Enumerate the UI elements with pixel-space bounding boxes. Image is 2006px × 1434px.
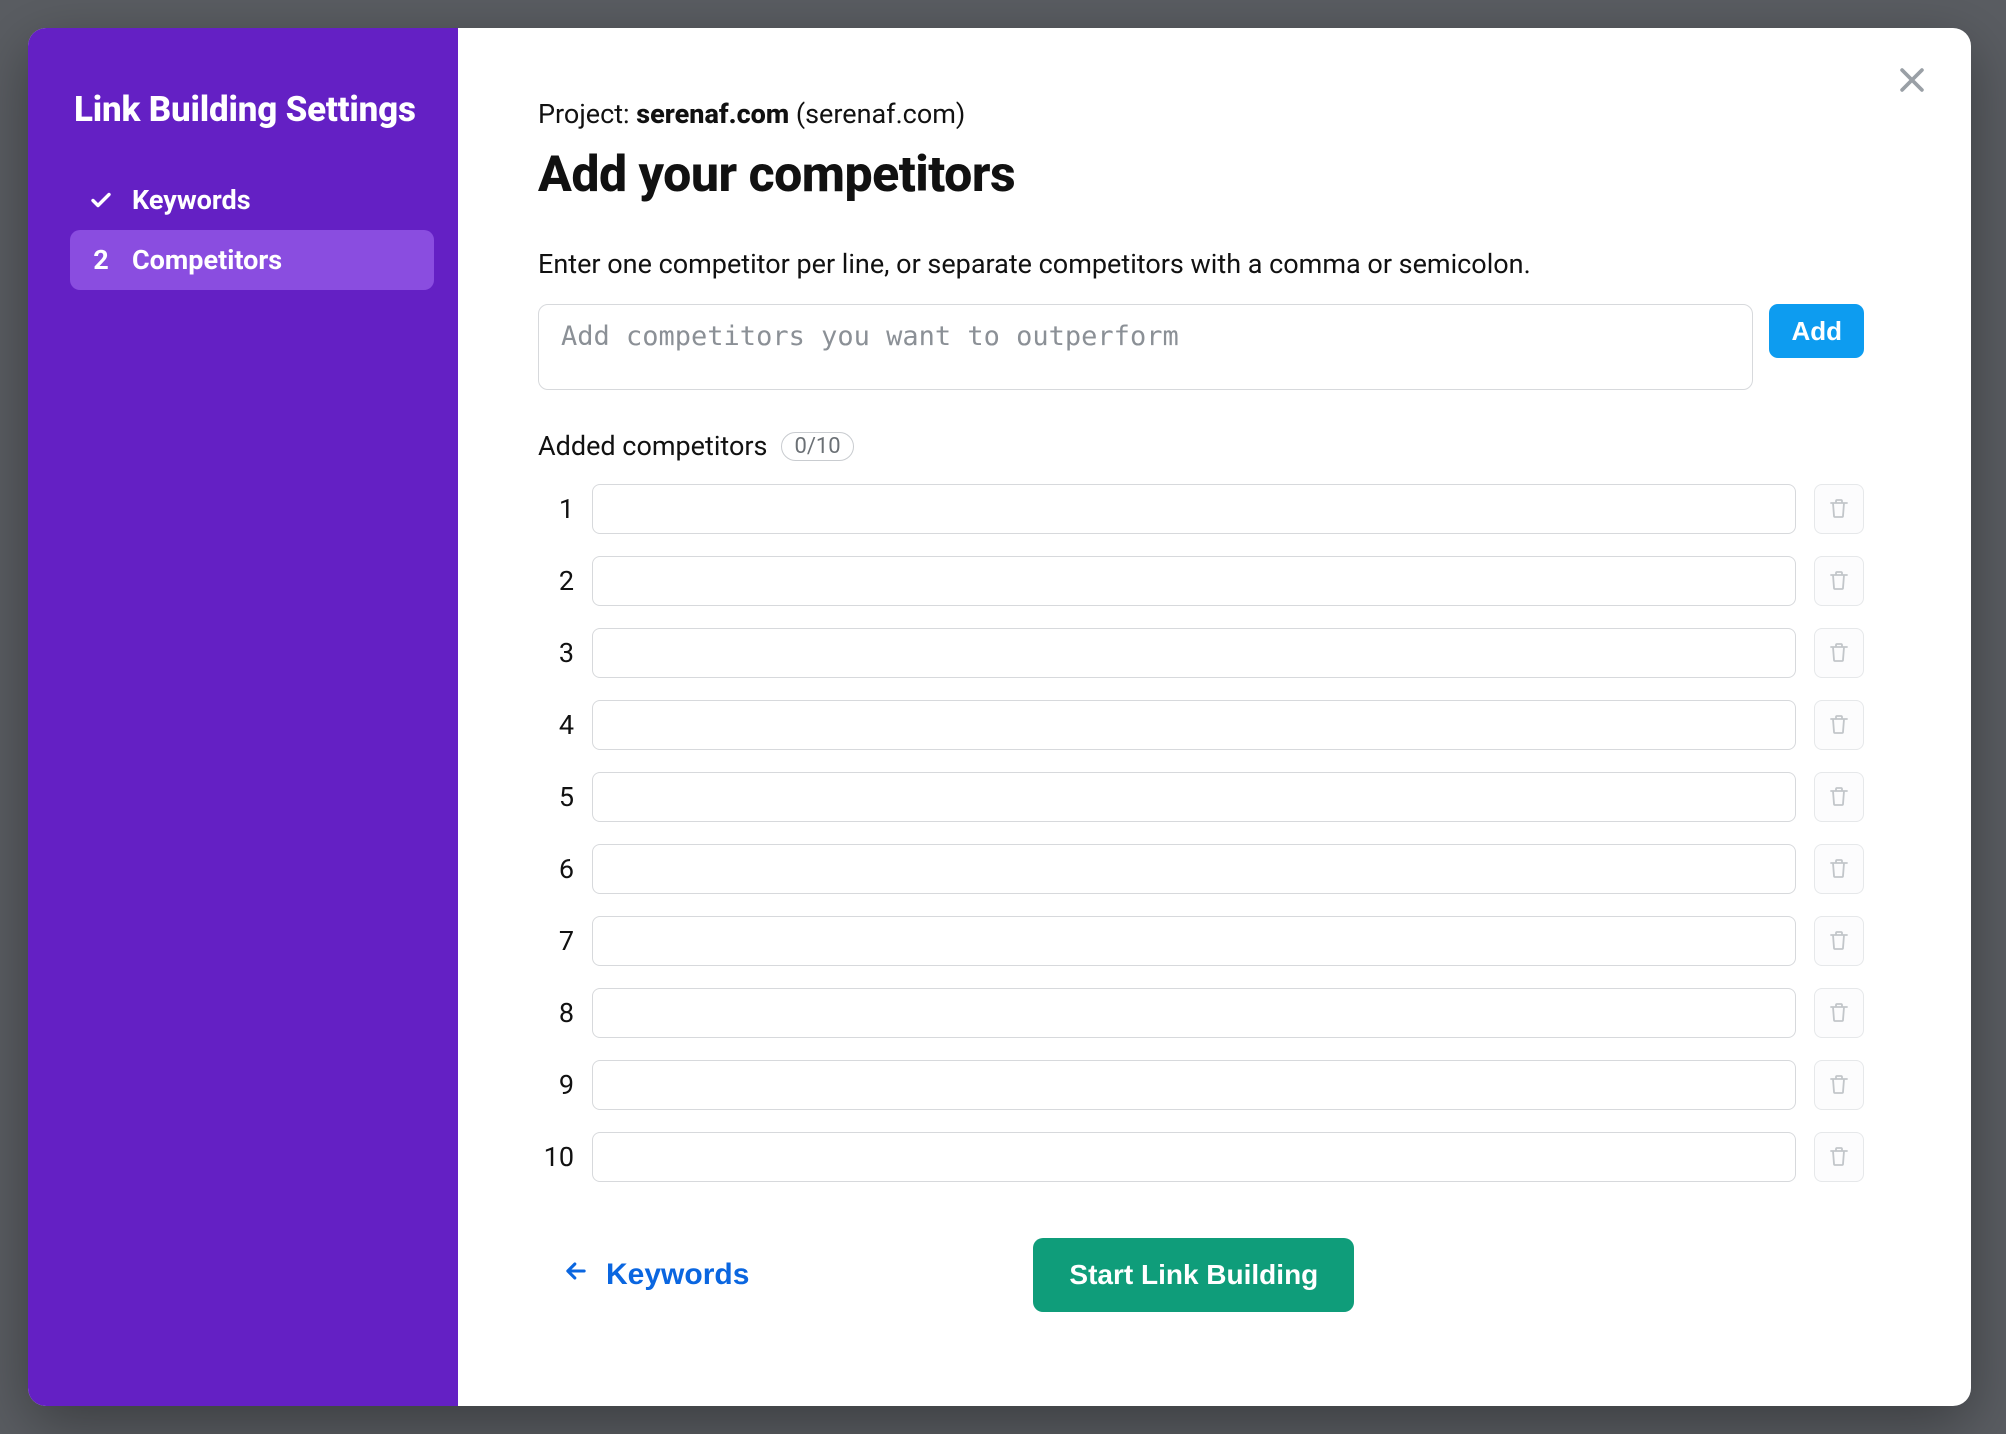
competitor-input[interactable] [592, 916, 1796, 966]
row-number: 3 [538, 637, 574, 669]
trash-icon [1827, 1144, 1851, 1171]
sidebar-item-label: Competitors [132, 244, 282, 276]
competitor-input[interactable] [592, 556, 1796, 606]
page-title: Add your competitors [538, 146, 1921, 204]
row-number: 6 [538, 853, 574, 885]
competitor-input[interactable] [592, 1132, 1796, 1182]
competitor-row: 7 [538, 916, 1864, 966]
competitor-entry-row: Add [538, 304, 1864, 390]
competitor-input[interactable] [592, 1060, 1796, 1110]
project-paren: (serenaf.com) [789, 98, 965, 130]
back-to-keywords-button[interactable]: Keywords [562, 1257, 749, 1293]
arrow-left-icon [562, 1257, 590, 1293]
row-number: 1 [538, 493, 574, 525]
row-number: 4 [538, 709, 574, 741]
steps-list: Keywords 2 Competitors [70, 170, 434, 290]
add-button[interactable]: Add [1769, 304, 1864, 358]
competitor-input[interactable] [592, 484, 1796, 534]
trash-icon [1827, 496, 1851, 523]
competitor-input[interactable] [592, 844, 1796, 894]
row-number: 2 [538, 565, 574, 597]
start-link-building-button[interactable]: Start Link Building [1033, 1238, 1354, 1312]
back-link-label: Keywords [606, 1258, 749, 1292]
close-button[interactable] [1889, 58, 1935, 104]
delete-competitor-button[interactable] [1814, 628, 1864, 678]
project-line: Project: serenaf.com (serenaf.com) [538, 98, 1921, 130]
added-competitors-label: Added competitors [538, 430, 767, 462]
trash-icon [1827, 784, 1851, 811]
competitor-input[interactable] [592, 772, 1796, 822]
link-building-settings-modal: Link Building Settings Keywords 2 Compet… [28, 28, 1971, 1406]
trash-icon [1827, 928, 1851, 955]
row-number: 10 [538, 1141, 574, 1173]
close-icon [1895, 63, 1929, 100]
competitor-row: 1 [538, 484, 1864, 534]
step-number: 2 [88, 244, 114, 276]
competitor-row: 9 [538, 1060, 1864, 1110]
competitor-input[interactable] [592, 628, 1796, 678]
competitor-rows: 1 2 3 4 5 6 7 8 9 10 [538, 484, 1864, 1182]
trash-icon [1827, 568, 1851, 595]
delete-competitor-button[interactable] [1814, 556, 1864, 606]
check-icon [88, 188, 114, 212]
delete-competitor-button[interactable] [1814, 1132, 1864, 1182]
trash-icon [1827, 1000, 1851, 1027]
competitor-row: 8 [538, 988, 1864, 1038]
competitor-row: 4 [538, 700, 1864, 750]
added-competitors-header: Added competitors 0/10 [538, 430, 1921, 462]
trash-icon [1827, 712, 1851, 739]
competitor-input[interactable] [592, 700, 1796, 750]
main-panel: Project: serenaf.com (serenaf.com) Add y… [458, 28, 1971, 1406]
competitor-row: 2 [538, 556, 1864, 606]
row-number: 8 [538, 997, 574, 1029]
row-number: 5 [538, 781, 574, 813]
competitor-row: 5 [538, 772, 1864, 822]
delete-competitor-button[interactable] [1814, 1060, 1864, 1110]
trash-icon [1827, 1072, 1851, 1099]
delete-competitor-button[interactable] [1814, 772, 1864, 822]
delete-competitor-button[interactable] [1814, 484, 1864, 534]
footer: Keywords Start Link Building [538, 1238, 1864, 1312]
delete-competitor-button[interactable] [1814, 844, 1864, 894]
competitor-entry-input[interactable] [538, 304, 1753, 390]
project-label: Project: [538, 98, 636, 130]
sidebar: Link Building Settings Keywords 2 Compet… [28, 28, 458, 1406]
delete-competitor-button[interactable] [1814, 988, 1864, 1038]
sidebar-item-competitors[interactable]: 2 Competitors [70, 230, 434, 290]
competitor-row: 10 [538, 1132, 1864, 1182]
competitor-row: 6 [538, 844, 1864, 894]
delete-competitor-button[interactable] [1814, 700, 1864, 750]
trash-icon [1827, 640, 1851, 667]
project-domain: serenaf.com [636, 98, 789, 130]
delete-competitor-button[interactable] [1814, 916, 1864, 966]
competitor-row: 3 [538, 628, 1864, 678]
competitor-input[interactable] [592, 988, 1796, 1038]
row-number: 7 [538, 925, 574, 957]
sidebar-title: Link Building Settings [74, 88, 434, 132]
sidebar-item-keywords[interactable]: Keywords [70, 170, 434, 230]
trash-icon [1827, 856, 1851, 883]
row-number: 9 [538, 1069, 574, 1101]
sidebar-item-label: Keywords [132, 184, 251, 216]
instructions-text: Enter one competitor per line, or separa… [538, 248, 1921, 280]
added-count-badge: 0/10 [781, 432, 853, 461]
